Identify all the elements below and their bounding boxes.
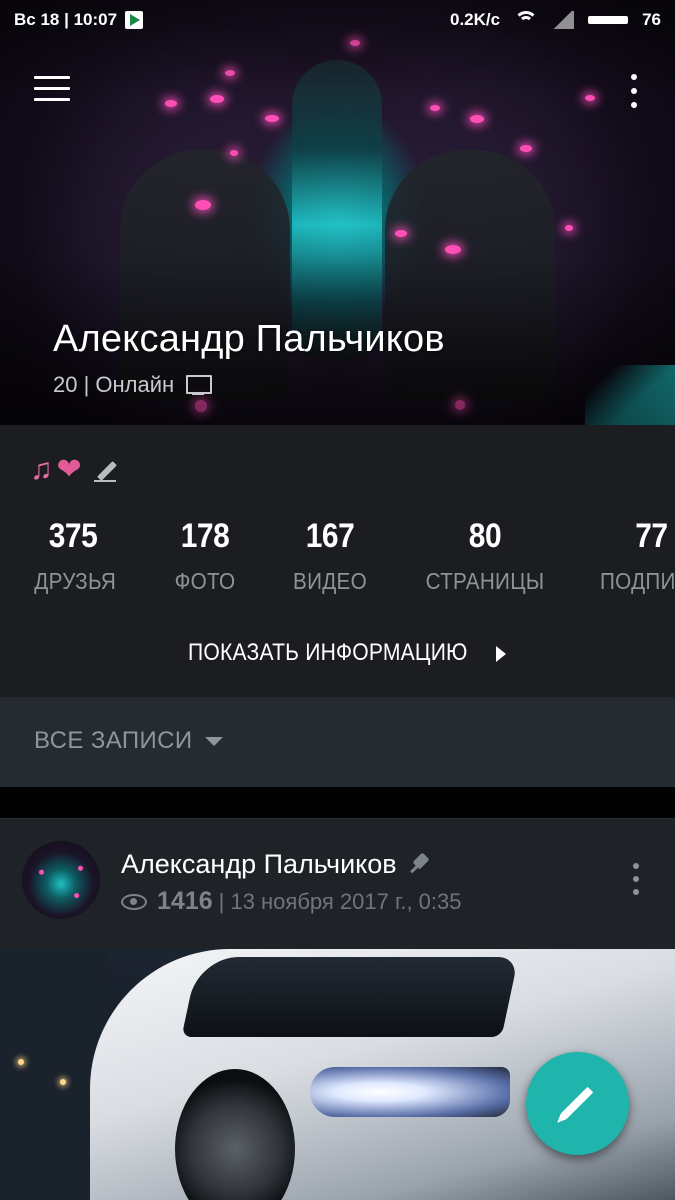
profile-name: Александр Пальчиков: [53, 318, 445, 360]
counter-label: ФОТО: [174, 568, 236, 594]
status-time: Вс 18 | 10:07: [14, 10, 118, 29]
counter-friends[interactable]: 375 ДРУЗЬЯ: [30, 517, 116, 595]
avatar[interactable]: [22, 841, 100, 919]
photo-car-windshield: [181, 957, 519, 1037]
post-meta: 1416 | 13 ноября 2017 г., 0:35: [121, 887, 462, 916]
section-divider: [0, 787, 675, 818]
counter-value: 167: [305, 517, 355, 555]
photo-street-light: [60, 1079, 66, 1085]
profile-cover[interactable]: [0, 0, 675, 425]
cover-shade: [0, 0, 675, 425]
counter-value: 375: [48, 517, 98, 555]
chevron-down-icon: [204, 736, 223, 746]
profile-info-panel: ♫ ❤ 375 ДРУЗЬЯ 178 ФОТО 167 ВИДЕО 80 СТР…: [0, 425, 675, 697]
monitor-icon: [186, 375, 213, 395]
post-header: Александр Пальчиков 1416 | 13 ноября 201…: [0, 818, 675, 949]
counter-label: ВИДЕО: [293, 568, 367, 594]
profile-online-status: 20 | Онлайн: [53, 372, 213, 398]
wifi-icon: [514, 11, 539, 29]
post-author[interactable]: Александр Пальчиков: [121, 849, 433, 880]
counter-subscriptions[interactable]: 77 ПОДПИ: [600, 517, 675, 595]
photo-car-headlight: [310, 1067, 510, 1117]
battery-icon: [588, 16, 629, 24]
post-more-icon[interactable]: [630, 863, 642, 895]
music-notes-icon: ♫: [30, 453, 53, 486]
counter-videos[interactable]: 167 ВИДЕО: [288, 517, 372, 595]
posts-filter-bar: ВСЕ ЗАПИСИ: [0, 697, 675, 787]
counter-value: 178: [180, 517, 230, 555]
more-vertical-icon[interactable]: [624, 74, 644, 108]
counter-pages[interactable]: 80 СТРАНИЦЫ: [418, 517, 552, 595]
counter-label: ДРУЗЬЯ: [34, 568, 117, 594]
photo-street-light: [18, 1059, 24, 1065]
heart-icon: ❤: [56, 453, 82, 486]
show-info-button[interactable]: ПОКАЗАТЬ ИНФОРМАЦИЮ: [0, 639, 675, 667]
counter-photos[interactable]: 178 ФОТО: [165, 517, 245, 595]
post-author-name: Александр Пальчиков: [121, 849, 397, 879]
profile-status-text: 20 | Онлайн: [53, 372, 175, 397]
counter-label: СТРАНИЦЫ: [425, 568, 545, 594]
posts-filter-dropdown[interactable]: ВСЕ ЗАПИСИ: [34, 727, 223, 755]
status-network-speed: 0.2K/c: [449, 10, 501, 29]
new-post-button[interactable]: [526, 1052, 629, 1155]
system-status-bar: Вс 18 | 10:07 0.2K/c 76: [0, 0, 675, 40]
status-battery-level: 76: [642, 10, 661, 29]
pin-icon: [407, 852, 433, 878]
pencil-icon[interactable]: [92, 456, 120, 484]
signal-icon: [552, 11, 575, 29]
edit-icon: [560, 1086, 594, 1120]
post-date: | 13 ноября 2017 г., 0:35: [218, 888, 462, 914]
chevron-right-icon: [495, 645, 506, 662]
eye-icon: [121, 893, 147, 910]
post-views-count: 1416: [157, 887, 213, 915]
profile-status-message: ♫ ❤: [30, 455, 120, 485]
counter-value: 80: [468, 517, 502, 555]
counter-label: ПОДПИ: [600, 568, 675, 594]
counter-value: 77: [635, 517, 668, 555]
hamburger-menu-icon[interactable]: [34, 76, 70, 104]
show-info-label: ПОКАЗАТЬ ИНФОРМАЦИЮ: [188, 639, 468, 666]
posts-filter-label: ВСЕ ЗАПИСИ: [34, 727, 193, 754]
play-store-icon: [125, 11, 144, 29]
